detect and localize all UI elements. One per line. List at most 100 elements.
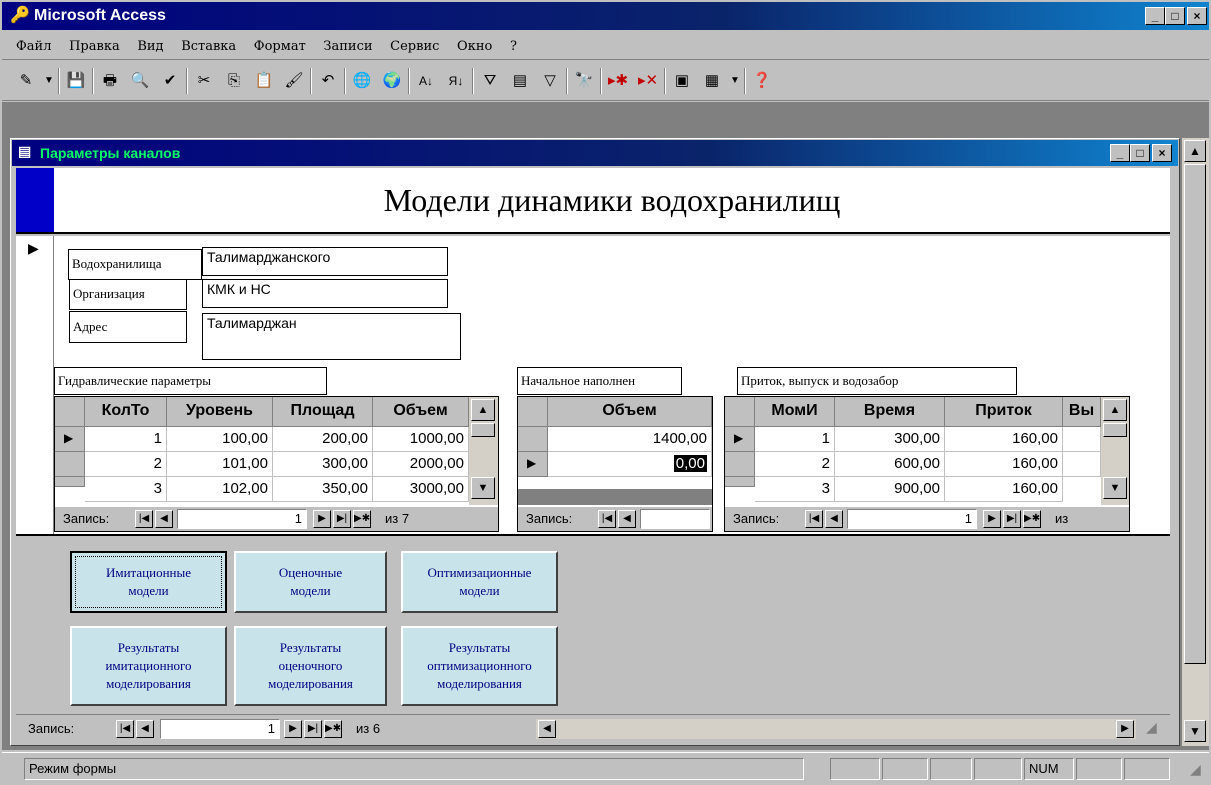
hydro-cell[interactable]: 101,00 xyxy=(167,452,273,477)
find-icon[interactable]: 🔭 xyxy=(570,67,598,95)
menu-records[interactable]: Записи xyxy=(323,39,372,54)
hydro-col-header[interactable]: Уровень xyxy=(167,397,273,427)
menu-help[interactable]: ? xyxy=(510,39,517,54)
sort-ascending-icon[interactable]: A↓ xyxy=(412,67,440,95)
prev-record-icon[interactable]: ◀ xyxy=(825,510,843,528)
menu-edit[interactable]: Правка xyxy=(69,39,120,54)
hydro-cell[interactable]: 102,00 xyxy=(167,477,273,502)
inflow-col-header[interactable]: Приток xyxy=(945,397,1063,427)
last-record-icon[interactable]: ▶| xyxy=(304,720,322,738)
hydro-row-selector[interactable]: ▶ xyxy=(55,427,85,452)
initial-row-selector[interactable]: ▶ xyxy=(518,452,548,477)
hydro-col-header[interactable]: Площад xyxy=(273,397,373,427)
scroll-thumb[interactable] xyxy=(471,423,495,437)
form-close-button[interactable]: × xyxy=(1152,144,1172,162)
hydro-cell[interactable]: 2 xyxy=(85,452,167,477)
detail-record-selector[interactable]: ▶ xyxy=(16,236,54,534)
filter-by-selection-icon[interactable]: ⛛ xyxy=(476,67,504,95)
hydro-col-header[interactable]: Объем xyxy=(373,397,469,427)
last-record-icon[interactable]: ▶| xyxy=(333,510,351,528)
save-icon[interactable]: 💾 xyxy=(62,67,90,95)
inflow-cell[interactable]: 2 xyxy=(755,452,835,477)
scroll-down-icon[interactable]: ▼ xyxy=(1103,477,1127,499)
next-record-icon[interactable]: ▶ xyxy=(313,510,331,528)
hydro-row-selector[interactable] xyxy=(55,477,85,487)
scroll-right-icon[interactable]: ▶ xyxy=(1116,720,1134,738)
menu-view[interactable]: Вид xyxy=(137,39,163,54)
initial-row-selector[interactable] xyxy=(518,427,548,452)
inflow-cell[interactable] xyxy=(1063,452,1101,477)
address-field[interactable]: Талимарджан xyxy=(202,313,461,360)
hydro-cell[interactable]: 200,00 xyxy=(273,427,373,452)
apply-filter-icon[interactable]: ▽ xyxy=(536,67,564,95)
scroll-up-icon[interactable]: ▲ xyxy=(1184,140,1206,162)
minimize-button[interactable]: _ xyxy=(1145,7,1165,25)
initial-selected-value[interactable]: 0,00 xyxy=(673,455,707,472)
first-record-icon[interactable]: |◀ xyxy=(598,510,616,528)
inflow-cell[interactable]: 900,00 xyxy=(835,477,945,502)
inflow-cell[interactable]: 600,00 xyxy=(835,452,945,477)
new-record-icon[interactable]: ▸✱ xyxy=(604,67,632,95)
reservoir-field[interactable]: Талимарджанского xyxy=(202,247,448,276)
first-record-icon[interactable]: |◀ xyxy=(116,720,134,738)
form-horizontal-scrollbar[interactable]: ◀ ▶ xyxy=(536,719,1136,739)
first-record-icon[interactable]: |◀ xyxy=(135,510,153,528)
initial-col-header[interactable]: Объем xyxy=(548,397,712,427)
hydro-col-header[interactable]: КолТо xyxy=(85,397,167,427)
prev-record-icon[interactable]: ◀ xyxy=(136,720,154,738)
undo-icon[interactable]: ↶ xyxy=(314,67,342,95)
inflow-cell[interactable] xyxy=(1063,427,1101,452)
inflow-cell[interactable]: 160,00 xyxy=(945,452,1063,477)
record-number-field[interactable]: 1 xyxy=(847,509,977,529)
form-minimize-button[interactable]: _ xyxy=(1110,144,1130,162)
help-icon[interactable]: ❓ xyxy=(748,67,776,95)
scroll-thumb[interactable] xyxy=(1184,164,1206,664)
initial-cell-selected[interactable]: 0,00 xyxy=(548,452,712,477)
next-record-icon[interactable]: ▶ xyxy=(983,510,1001,528)
record-number-field[interactable] xyxy=(640,509,710,529)
maximize-button[interactable]: □ xyxy=(1165,7,1185,25)
optimization-models-button[interactable]: Оптимизационные модели xyxy=(401,551,558,613)
sort-descending-icon[interactable]: Я↓ xyxy=(442,67,470,95)
inflow-col-header[interactable]: Время xyxy=(835,397,945,427)
insert-hyperlink-icon[interactable]: 🌐 xyxy=(348,67,376,95)
database-window-icon[interactable]: ▣ xyxy=(668,67,696,95)
inflow-cell[interactable]: 160,00 xyxy=(945,427,1063,452)
hydro-cell[interactable]: 100,00 xyxy=(167,427,273,452)
mdi-vertical-scrollbar[interactable]: ▲ ▼ xyxy=(1182,138,1209,746)
scroll-up-icon[interactable]: ▲ xyxy=(1103,399,1127,421)
next-record-icon[interactable]: ▶ xyxy=(284,720,302,738)
prev-record-icon[interactable]: ◀ xyxy=(618,510,636,528)
scroll-up-icon[interactable]: ▲ xyxy=(471,399,495,421)
first-record-icon[interactable]: |◀ xyxy=(805,510,823,528)
print-preview-icon[interactable]: 🔍 xyxy=(126,67,154,95)
initial-cell[interactable]: 1400,00 xyxy=(548,427,712,452)
inflow-cell[interactable]: 1 xyxy=(755,427,835,452)
hydro-cell[interactable]: 300,00 xyxy=(273,452,373,477)
new-object-icon[interactable]: ▦ xyxy=(698,67,726,95)
inflow-cell[interactable]: 160,00 xyxy=(945,477,1063,502)
inflow-row-selector[interactable] xyxy=(725,452,755,477)
hydro-cell[interactable]: 1 xyxy=(85,427,167,452)
imitation-models-button[interactable]: Имитационные модели xyxy=(70,551,227,613)
cut-icon[interactable]: ✂ xyxy=(190,67,218,95)
imitation-results-button[interactable]: Результаты имитационного моделирования xyxy=(70,626,227,706)
web-toolbar-icon[interactable]: 🌍 xyxy=(378,67,406,95)
inflow-vertical-scrollbar[interactable]: ▲ ▼ xyxy=(1101,397,1129,505)
new-record-nav-icon[interactable]: ▶✱ xyxy=(1023,510,1041,528)
scroll-thumb[interactable] xyxy=(1103,423,1127,437)
optimization-results-button[interactable]: Результаты оптимизационного моделировани… xyxy=(401,626,558,706)
record-number-field[interactable]: 1 xyxy=(160,719,280,739)
hydro-cell[interactable]: 3000,00 xyxy=(373,477,469,502)
evaluation-results-button[interactable]: Результаты оценочного моделирования xyxy=(234,626,387,706)
scroll-left-icon[interactable]: ◀ xyxy=(538,720,556,738)
record-number-field[interactable]: 1 xyxy=(177,509,307,529)
inflow-col-header[interactable]: Вы xyxy=(1063,397,1101,427)
hydro-cell[interactable]: 1000,00 xyxy=(373,427,469,452)
hydro-vertical-scrollbar[interactable]: ▲ ▼ xyxy=(469,397,498,505)
inflow-row-selector[interactable] xyxy=(725,477,755,487)
format-painter-icon[interactable]: 🖌 xyxy=(280,67,308,95)
spelling-icon[interactable]: ✔ xyxy=(156,67,184,95)
dropdown-arrow-icon[interactable]: ▼ xyxy=(42,67,56,95)
new-record-nav-icon[interactable]: ▶✱ xyxy=(353,510,371,528)
